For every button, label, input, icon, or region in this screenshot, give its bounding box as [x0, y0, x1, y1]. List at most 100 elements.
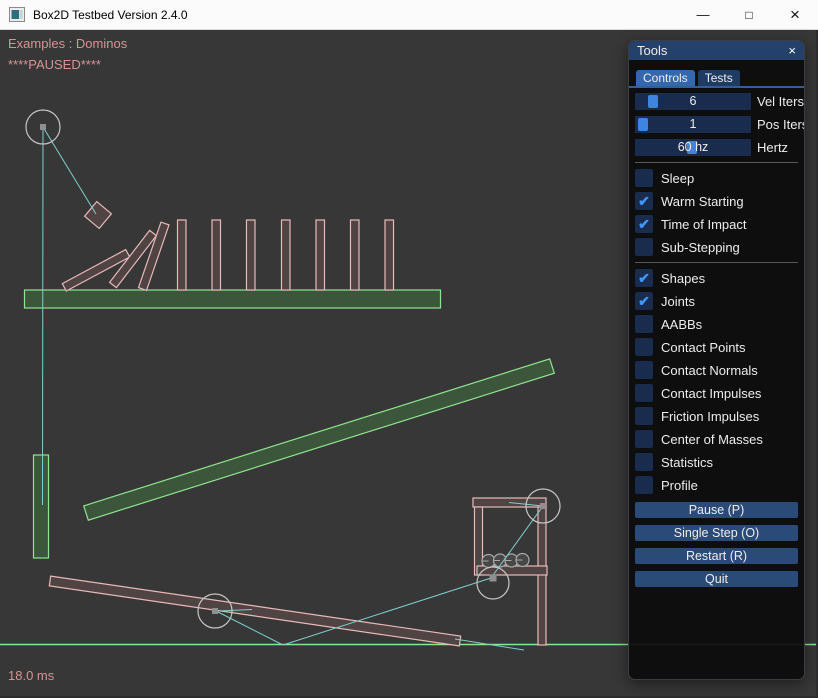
paused-label: ****PAUSED****: [8, 57, 101, 72]
joint-anchor: [540, 503, 546, 509]
checkbox-box-checked[interactable]: ✔: [635, 292, 653, 310]
panel-body: 6Vel Iters1Pos Iters60 hzHertz Sleep✔War…: [629, 88, 804, 587]
close-button[interactable]: ×: [772, 0, 818, 30]
checkbox-label: Statistics: [661, 455, 713, 470]
tab-bar: ControlsTests: [629, 70, 804, 88]
checkbox-box[interactable]: [635, 338, 653, 356]
checkbox-aabbs[interactable]: AABBs: [635, 315, 798, 333]
window-controls: — □ ×: [680, 0, 818, 30]
checkbox-contact-normals[interactable]: Contact Normals: [635, 361, 798, 379]
minimize-icon: —: [697, 7, 710, 22]
tools-panel-title: Tools: [637, 43, 667, 58]
window-titlebar[interactable]: Box2D Testbed Version 2.4.0 — □ ×: [0, 0, 818, 30]
vertical-column: [34, 455, 49, 558]
slider-row: 6Vel Iters: [635, 93, 798, 110]
checkbox-box[interactable]: [635, 315, 653, 333]
checkbox-box[interactable]: [635, 476, 653, 494]
checkbox-label: AABBs: [661, 317, 702, 332]
standing-domino: [212, 220, 221, 290]
tools-panel-titlebar[interactable]: Tools ×: [629, 41, 804, 60]
tools-panel: Tools × ControlsTests 6Vel Iters1Pos Ite…: [628, 40, 805, 680]
slider-row: 60 hz Hertz: [635, 139, 798, 156]
slider-row: 1Pos Iters: [635, 116, 798, 133]
cradle-right-post: [538, 507, 546, 645]
checkbox-box[interactable]: [635, 453, 653, 471]
checkbox-label: Friction Impulses: [661, 409, 759, 424]
checkbox-label: Center of Masses: [661, 432, 763, 447]
close-icon: ×: [790, 5, 800, 25]
checkbox-warm-starting[interactable]: ✔ Warm Starting: [635, 192, 798, 210]
app-icon: [9, 7, 25, 22]
joint-anchor: [212, 608, 218, 614]
slider-value: 60 hz: [635, 139, 751, 156]
standing-domino: [385, 220, 394, 290]
checkbox-label: Contact Impulses: [661, 386, 761, 401]
quit-button[interactable]: Quit: [635, 571, 798, 587]
checkbox-sleep[interactable]: Sleep: [635, 169, 798, 187]
checkbox-label: Contact Normals: [661, 363, 758, 378]
checkbox-label: Joints: [661, 294, 695, 309]
checkbox-joints[interactable]: ✔ Joints: [635, 292, 798, 310]
restart-r-button[interactable]: Restart (R): [635, 548, 798, 564]
standing-domino: [247, 220, 256, 290]
checkbox-label: Profile: [661, 478, 698, 493]
tab-controls[interactable]: Controls: [636, 70, 695, 86]
example-label: Examples : Dominos: [8, 36, 127, 51]
checkbox-box-checked[interactable]: ✔: [635, 269, 653, 287]
standing-domino: [178, 220, 187, 290]
joint-anchor: [40, 124, 46, 130]
checkbox-label: Contact Points: [661, 340, 746, 355]
minimize-button[interactable]: —: [680, 0, 726, 30]
checkbox-shapes[interactable]: ✔ Shapes: [635, 269, 798, 287]
seesaw-plank: [49, 576, 460, 646]
joint-line: [43, 127, 96, 214]
separator: [635, 162, 798, 163]
checkbox-box[interactable]: [635, 384, 653, 402]
standing-domino: [282, 220, 291, 290]
maximize-icon: □: [745, 8, 752, 22]
checkbox-label: Time of Impact: [661, 217, 746, 232]
ramp-plank: [84, 359, 555, 520]
slider-vel-iters[interactable]: 6: [635, 93, 751, 110]
checkbox-label: Shapes: [661, 271, 705, 286]
checkbox-label: Sleep: [661, 171, 694, 186]
joint-line: [43, 128, 44, 505]
hanging-box: [85, 202, 112, 229]
slider-value: 1: [635, 116, 751, 133]
checkbox-label: Warm Starting: [661, 194, 744, 209]
checkbox-statistics[interactable]: Statistics: [635, 453, 798, 471]
window-title: Box2D Testbed Version 2.4.0: [33, 8, 188, 22]
falling-domino: [139, 222, 170, 290]
slider-label: Hertz: [757, 140, 788, 155]
standing-domino: [351, 220, 360, 290]
checkbox-contact-impulses[interactable]: Contact Impulses: [635, 384, 798, 402]
checkbox-box[interactable]: [635, 430, 653, 448]
slider-label: Vel Iters: [757, 94, 804, 109]
slider-pos-iters[interactable]: 1: [635, 116, 751, 133]
maximize-button[interactable]: □: [726, 0, 772, 30]
slider-hertz[interactable]: 60 hz: [635, 139, 751, 156]
tab-tests[interactable]: Tests: [698, 70, 740, 86]
checkbox-box[interactable]: [635, 238, 653, 256]
single-step-o-button[interactable]: Single Step (O): [635, 525, 798, 541]
checkbox-box-checked[interactable]: ✔: [635, 192, 653, 210]
panel-close-icon[interactable]: ×: [788, 41, 796, 60]
checkbox-box[interactable]: [635, 169, 653, 187]
checkbox-box-checked[interactable]: ✔: [635, 215, 653, 233]
joint-anchor: [490, 575, 497, 582]
checkbox-center-of-masses[interactable]: Center of Masses: [635, 430, 798, 448]
checkbox-label: Sub-Stepping: [661, 240, 740, 255]
checkbox-contact-points[interactable]: Contact Points: [635, 338, 798, 356]
slider-label: Pos Iters: [757, 117, 805, 132]
checkbox-box[interactable]: [635, 407, 653, 425]
checkbox-profile[interactable]: Profile: [635, 476, 798, 494]
checkbox-box[interactable]: [635, 361, 653, 379]
frame-time-label: 18.0 ms: [8, 668, 54, 683]
checkbox-sub-stepping[interactable]: Sub-Stepping: [635, 238, 798, 256]
cradle-left-post: [475, 507, 483, 575]
separator: [635, 262, 798, 263]
checkbox-friction-impulses[interactable]: Friction Impulses: [635, 407, 798, 425]
slider-value: 6: [635, 93, 751, 110]
pause-p-button[interactable]: Pause (P): [635, 502, 798, 518]
checkbox-time-of-impact[interactable]: ✔ Time of Impact: [635, 215, 798, 233]
